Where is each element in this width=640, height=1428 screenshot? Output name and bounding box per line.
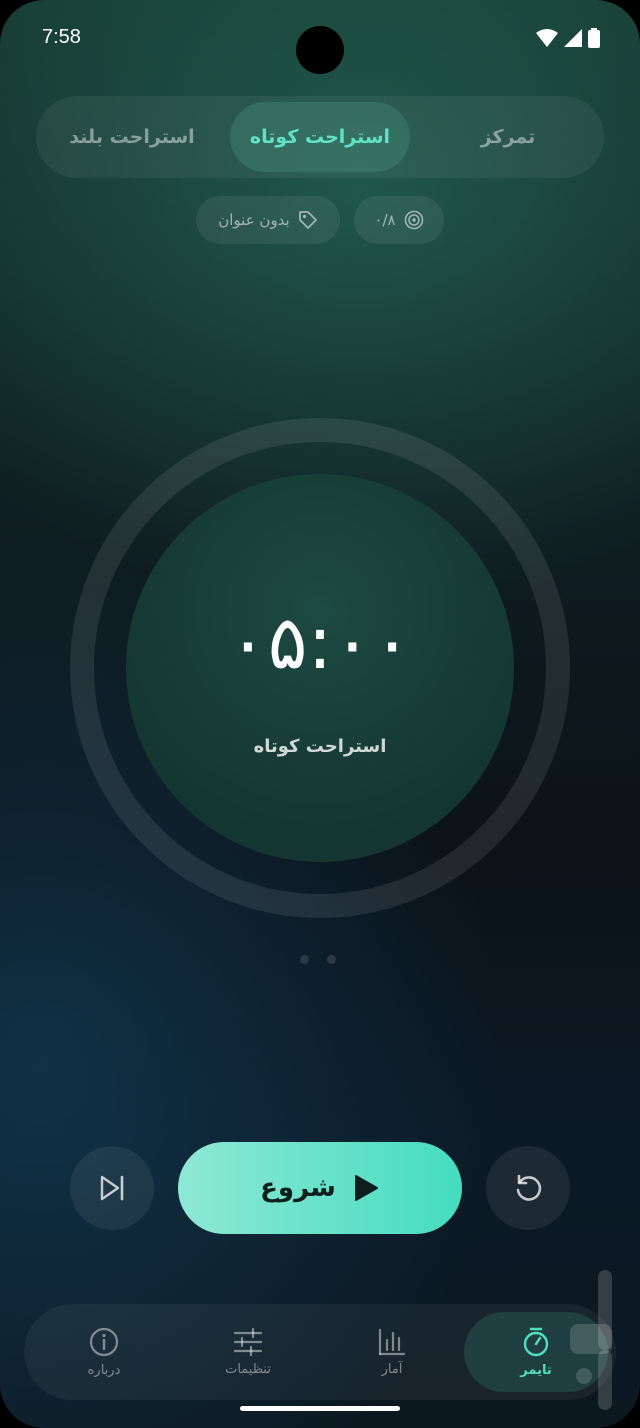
tab-short-break-label: استراحت کوتاه: [249, 126, 391, 148]
bottom-navigation: تایمر آمار تنظیمات درباره: [24, 1304, 616, 1400]
app-screen: 7:58 تمرکز استراحت کوتاه استراحت بلند بد…: [0, 0, 640, 1428]
goal-chip[interactable]: ۰/۸: [354, 196, 444, 244]
page-dot: [300, 955, 309, 964]
status-time: 7:58: [42, 26, 81, 48]
battery-icon: [588, 28, 600, 48]
goal-chip-label: ۰/۸: [374, 211, 396, 229]
store-watermark-logo: [570, 1270, 612, 1410]
nav-item-about-label: درباره: [87, 1362, 121, 1378]
start-button-label: شروع: [260, 1173, 336, 1203]
tab-focus[interactable]: تمرکز: [418, 102, 598, 172]
sliders-icon: [233, 1327, 263, 1356]
start-button[interactable]: شروع: [178, 1142, 462, 1234]
tab-short-break[interactable]: استراحت کوتاه: [230, 102, 410, 172]
nav-item-timer-label: تایمر: [520, 1362, 552, 1378]
status-icons: [536, 28, 600, 48]
nav-item-settings-label: تنظیمات: [225, 1361, 271, 1377]
page-indicator: [300, 955, 336, 964]
skip-next-icon: [100, 1175, 124, 1201]
home-indicator: [240, 1406, 400, 1411]
skip-button[interactable]: [70, 1146, 154, 1230]
nav-item-about[interactable]: درباره: [32, 1312, 176, 1392]
tab-long-break[interactable]: استراحت بلند: [42, 102, 222, 172]
nav-item-stats-label: آمار: [381, 1361, 403, 1377]
timer-mode-label: استراحت کوتاه: [253, 736, 387, 757]
status-bar: 7:58: [0, 0, 640, 76]
tag-chip[interactable]: بدون عنوان: [196, 196, 340, 244]
page-dot: [327, 955, 336, 964]
wifi-icon: [536, 29, 558, 47]
nav-item-stats[interactable]: آمار: [320, 1312, 464, 1392]
mode-tabs: تمرکز استراحت کوتاه استراحت بلند: [36, 96, 604, 178]
target-icon: [404, 210, 423, 230]
reset-button[interactable]: [486, 1146, 570, 1230]
nav-item-settings[interactable]: تنظیمات: [176, 1312, 320, 1392]
cell-signal-icon: [564, 29, 582, 47]
stopwatch-icon: [523, 1327, 549, 1356]
info-icon: [89, 1327, 119, 1356]
tab-focus-label: تمرکز: [480, 126, 536, 148]
play-icon: [354, 1175, 378, 1201]
bar-chart-icon: [378, 1328, 406, 1355]
tag-chip-label: بدون عنوان: [218, 211, 290, 229]
tab-long-break-label: استراحت بلند: [69, 126, 195, 148]
camera-cutout: [296, 26, 344, 74]
tag-icon: [298, 211, 317, 229]
timer-display: ۰۵:۰۰: [228, 600, 412, 686]
reset-icon: [516, 1174, 542, 1201]
